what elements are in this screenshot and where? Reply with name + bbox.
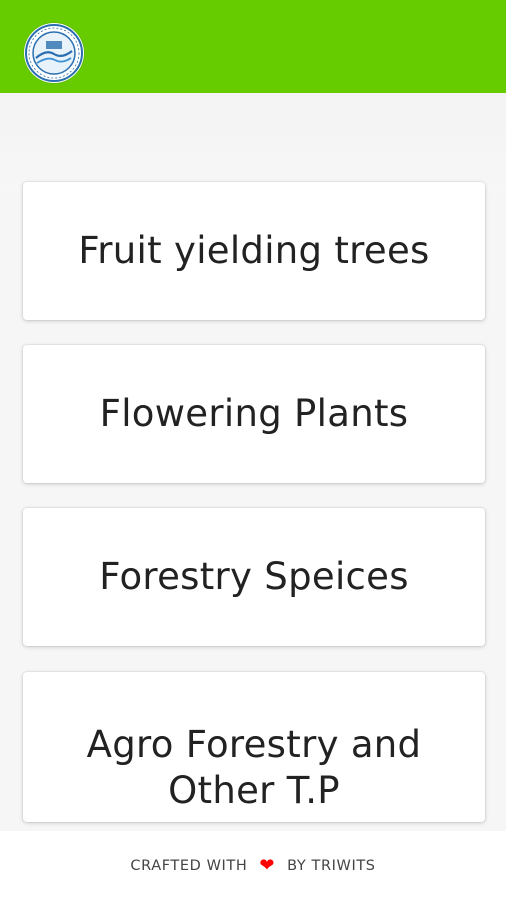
by-label: BY TRIWITS (287, 857, 376, 874)
footer: CRAFTED WITH ❤ BY TRIWITS (0, 831, 506, 900)
emblem-logo-icon[interactable] (24, 23, 84, 83)
category-card-agro-forestry[interactable]: Agro Forestry and Other T.P (23, 672, 485, 822)
app-screen: Fruit yielding trees Flowering Plants Fo… (0, 0, 506, 900)
crafted-label: CRAFTED WITH (130, 857, 248, 874)
category-label: Flowering Plants (99, 392, 409, 435)
heart-icon: ❤ (259, 854, 276, 876)
category-label: Forestry Speices (99, 555, 409, 598)
background-strip (0, 93, 506, 193)
category-card-fruit-yielding-trees[interactable]: Fruit yielding trees (23, 182, 485, 320)
category-label: Agro Forestry and Other T.P (86, 723, 422, 812)
logo-graphic (25, 24, 83, 82)
category-card-flowering-plants[interactable]: Flowering Plants (23, 345, 485, 483)
category-label: Fruit yielding trees (78, 229, 430, 272)
top-bar (0, 0, 506, 93)
category-card-forestry-speices[interactable]: Forestry Speices (23, 508, 485, 646)
